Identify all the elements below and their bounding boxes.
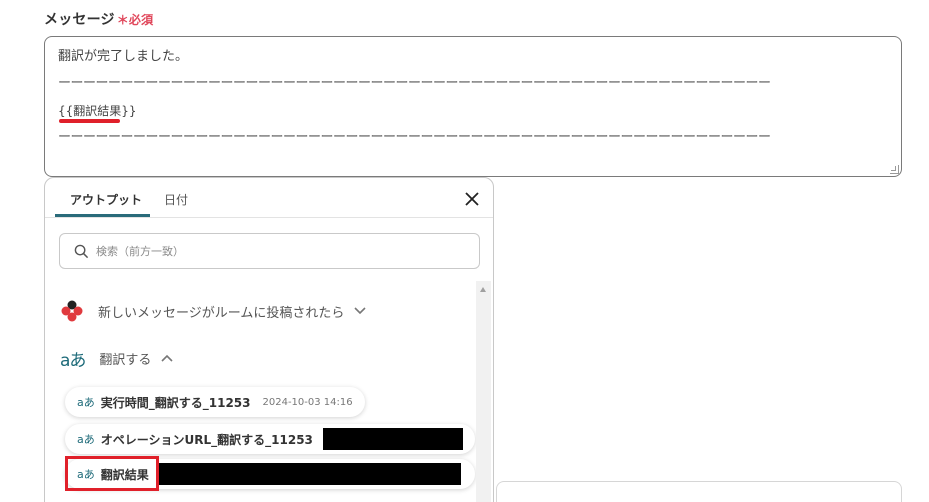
search-box[interactable] [59, 233, 480, 269]
section-label: 翻訳する [99, 353, 152, 368]
field-label-text: メッセージ [44, 12, 115, 28]
output-item-execution-time[interactable]: aあ 実行時間_翻訳する_11253 2024-10-03 14:16 [65, 387, 365, 417]
redacted-value [156, 463, 461, 485]
highlight-annotation [65, 456, 159, 491]
resize-handle[interactable] [890, 165, 899, 174]
search-input[interactable] [96, 234, 466, 268]
translate-icon: aあ [77, 396, 95, 409]
active-tab-indicator [55, 214, 150, 217]
output-item-operation-url[interactable]: aあ オペレーションURL_翻訳する_11253 [65, 424, 475, 454]
message-field-label: メッセージ ＊必須 [44, 9, 153, 29]
tab-output[interactable]: アウトプット [70, 191, 142, 208]
variable-token-text: {{翻訳結果}} [58, 104, 137, 118]
background-field [496, 481, 902, 502]
item-name: オペレーションURL_翻訳する_11253 [100, 432, 313, 447]
section-chatwork-trigger[interactable]: 新しいメッセージがルームに投稿されたら [60, 299, 366, 323]
output-picker-popup: アウトプット 日付 新しいメッセージがルームに投稿されたら aあ 翻訳する [44, 177, 494, 502]
scroll-up-arrow-icon[interactable] [480, 287, 486, 292]
tab-bar: アウトプット 日付 [45, 178, 493, 218]
section-translate[interactable]: aあ 翻訳する [60, 346, 174, 371]
divider-line: ーーーーーーーーーーーーーーーーーーーーーーーーーーーーーーーーーーーーーーーー… [58, 130, 771, 145]
divider-line: ーーーーーーーーーーーーーーーーーーーーーーーーーーーーーーーーーーーーーーーー… [58, 76, 771, 91]
redacted-value [322, 428, 463, 450]
chevron-down-icon [354, 305, 366, 318]
required-badge: ＊必須 [116, 13, 154, 27]
variable-underline [59, 119, 120, 123]
chatwork-logo-icon [61, 300, 83, 322]
close-icon[interactable] [461, 188, 483, 210]
item-name: 実行時間_翻訳する_11253 [100, 395, 251, 410]
message-line: 翻訳が完了しました。 [58, 49, 189, 64]
search-icon [74, 244, 89, 259]
tab-date[interactable]: 日付 [164, 191, 188, 208]
variable-token: {{翻訳結果}} [58, 101, 137, 123]
scrollbar[interactable] [476, 281, 491, 502]
translate-icon: aあ [60, 351, 86, 371]
chevron-up-icon [161, 352, 174, 365]
translate-icon: aあ [77, 433, 95, 446]
section-label: 新しいメッセージがルームに投稿されたら [98, 305, 345, 321]
message-textarea[interactable]: 翻訳が完了しました。 ーーーーーーーーーーーーーーーーーーーーーーーーーーーーー… [44, 36, 902, 177]
item-meta: 2024-10-03 14:16 [262, 396, 353, 408]
